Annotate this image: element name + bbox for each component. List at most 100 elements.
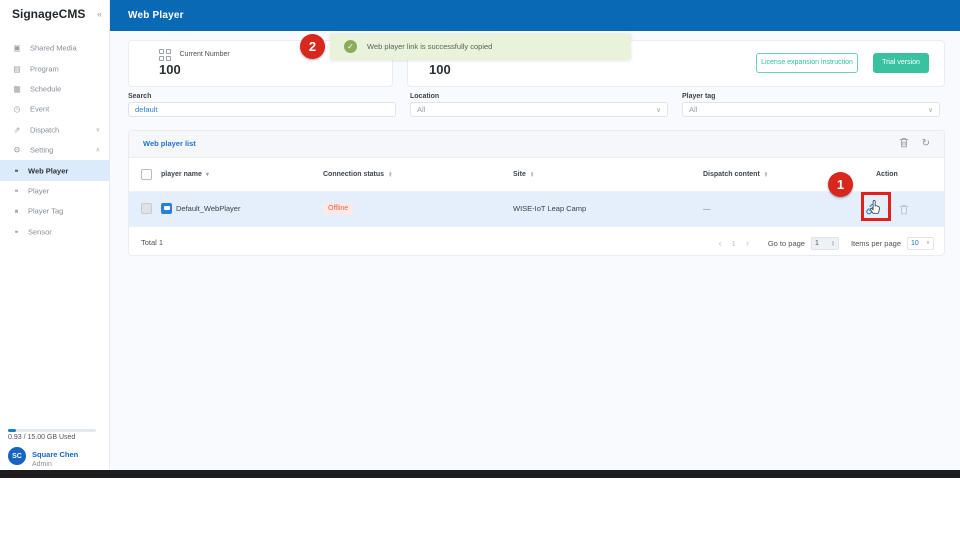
hand-cursor-icon [868,199,881,220]
row-site: WISE-IoT Leap Camp [513,204,587,213]
storage-progress-fill [8,429,16,432]
table-title-bar: Web player list ↻ [129,131,944,158]
sidebar-subitem-label: Sensor [28,227,52,237]
bullet-icon [15,189,18,193]
web-player-icon [161,203,172,214]
gear-icon: ⚙ [13,145,21,155]
sidebar-item-label: Setting [30,145,54,155]
go-to-page-value: 1 [814,239,819,247]
page-size-value: 10 [911,239,919,247]
next-page-icon[interactable]: › [741,238,754,248]
sidebar-collapse-icon[interactable]: « [97,9,102,19]
page-header: Web Player [110,0,960,31]
page-number[interactable]: 1 [727,239,741,248]
go-to-page-input[interactable]: 1 ▲ ▼ [810,236,839,250]
chevron-down-icon: ∨ [656,106,661,114]
location-label: Location [410,93,440,100]
column-connection-status[interactable]: Connection status ▲ ▼ [323,158,393,191]
annotation-step-2: 2 [300,34,325,59]
search-input-value: default [135,105,158,114]
table-footer: Total 1 ‹ 1 › Go to page 1 ▲ ▼ Items per … [129,227,944,259]
secondary-number-value: 100 [429,62,451,77]
success-toast: ✓ Web player link is successfully copied [330,33,631,60]
table-title: Web player list [143,139,196,148]
user-name[interactable]: Square Chen [32,450,78,459]
search-label: Search [128,93,152,100]
app-window: SignageCMS « ▣ Shared Media ▤ Program ▦ … [0,0,960,470]
sort-icon: ▲ ▼ [529,169,535,179]
location-select[interactable]: All ∨ [410,102,668,117]
column-dispatch-content[interactable]: Dispatch content ▲ ▼ [703,158,768,191]
sidebar-item-shared-media[interactable]: ▣ Shared Media [0,38,110,58]
prev-page-icon[interactable]: ‹ [714,238,727,248]
sidebar-subitem-label: Player Tag [28,206,64,216]
grid-icon [159,49,171,61]
success-check-icon: ✓ [344,40,357,53]
avatar[interactable]: SC [8,447,26,465]
player-tag-select[interactable]: All ∨ [682,102,940,117]
items-per-page-label: Items per page [850,238,901,248]
bullet-icon [15,210,18,213]
sidebar-item-label: Program [30,64,59,74]
select-all-checkbox[interactable] [141,169,152,180]
sidebar-item-setting[interactable]: ⚙ Setting ∧ [0,140,110,160]
chevron-up-icon: ∧ [95,147,100,154]
brand-logo: SignageCMS [12,7,86,21]
total-count: Total 1 [141,238,164,247]
bullet-icon [15,169,18,172]
table-header-row: player name ▾ Connection status ▲ ▼ Site ▲ ▼ … [129,158,944,192]
schedule-icon: ▦ [13,84,21,94]
sidebar-item-program[interactable]: ▤ Program [0,58,110,78]
sidebar-item-label: Dispatch [30,125,60,135]
location-select-value: All [417,105,426,114]
sort-caret-icon: ▾ [205,172,209,178]
column-player-name[interactable]: player name ▾ [161,158,209,192]
sidebar-nav: ▣ Shared Media ▤ Program ▦ Schedule ◷ Ev… [0,38,110,242]
refresh-icon[interactable]: ↻ [922,139,930,149]
column-action: Action [876,171,898,178]
chevron-down-icon: ∨ [925,240,930,246]
annotation-step-1: 1 [828,172,853,197]
current-number-label: Current Number [179,51,230,59]
sidebar-item-web-player[interactable]: Web Player [0,160,110,181]
shared-media-icon: ▣ [13,43,21,53]
sidebar-item-dispatch[interactable]: ⇗ Dispatch ∨ [0,120,110,140]
event-icon: ◷ [13,104,21,114]
delete-icon[interactable] [899,204,909,217]
user-role: Admin [32,461,52,468]
sidebar-item-schedule[interactable]: ▦ Schedule [0,79,110,99]
sidebar-item-label: Shared Media [30,43,77,53]
row-dispatch-content: — [703,204,711,213]
sidebar-subitem-label: Player [28,186,50,196]
sidebar-item-sensor[interactable]: Sensor [0,222,110,242]
player-tag-select-value: All [689,105,698,114]
current-number-value: 100 [159,62,181,77]
page-size-select[interactable]: 10 ∨ [907,236,934,250]
sidebar-item-event[interactable]: ◷ Event [0,99,110,119]
column-site[interactable]: Site ▲ ▼ [513,158,534,191]
chevron-down-icon: ∨ [928,106,933,114]
web-player-list-card: Web player list ↻ player name ▾ Connectio… [128,130,945,256]
row-player-name: Default_WebPlayer [176,204,241,213]
license-expansion-button[interactable]: License expansion instruction [756,53,858,73]
delete-icon[interactable] [899,135,909,153]
sidebar-subitem-label: Web Player [28,166,69,176]
sidebar-item-player[interactable]: Player [0,181,110,201]
letterbox-bar [0,470,960,478]
stepper-icon[interactable]: ▲ ▼ [831,239,835,247]
sort-icon: ▲ ▼ [763,169,769,179]
table-row[interactable]: Default_WebPlayer Offline WISE-IoT Leap … [129,192,944,227]
sidebar: SignageCMS « ▣ Shared Media ▤ Program ▦ … [0,0,110,470]
trial-version-button[interactable]: Trial version [873,53,929,73]
screen: SignageCMS « ▣ Shared Media ▤ Program ▦ … [0,0,960,540]
row-checkbox[interactable] [141,203,152,214]
sidebar-item-label: Event [30,104,50,114]
storage-usage-text: 0.93 / 15.00 GB Used [8,434,76,441]
storage-progress-bar [8,429,96,432]
sidebar-item-player-tag[interactable]: Player Tag [0,201,110,221]
player-tag-label: Player tag [682,93,716,100]
page-title: Web Player [128,10,184,21]
program-icon: ▤ [13,64,21,74]
dispatch-icon: ⇗ [13,125,21,135]
search-input[interactable]: default [128,102,396,117]
